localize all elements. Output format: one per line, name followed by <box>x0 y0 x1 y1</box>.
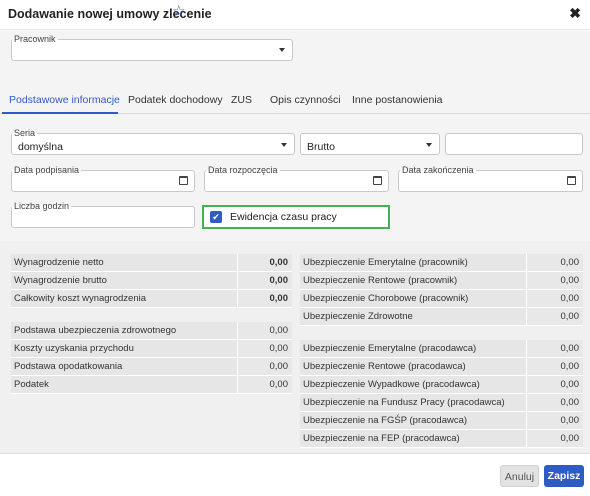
tab-opis-czynnosci[interactable]: Opis czynności <box>270 94 341 106</box>
brutto-value: Brutto <box>307 141 336 153</box>
tab-podatek-dochodowy[interactable]: Podatek dochodowy <box>128 94 223 106</box>
row-label: Podstawa ubezpieczenia zdrowotnego <box>11 322 237 339</box>
row-label: Ubezpieczenie Rentowe (pracodawca) <box>300 358 526 375</box>
row-label: Podstawa opodatkowania <box>11 358 237 375</box>
table-row: Całkowity koszt wynagrodzenia 0,00 <box>11 290 292 308</box>
chevron-down-icon <box>281 143 287 147</box>
summary-left-bottom: Podstawa ubezpieczenia zdrowotnego 0,00 Ko… <box>11 322 292 394</box>
summary-left-top: Wynagrodzenie netto 0,00 Wynagrodzenie bru… <box>11 254 292 308</box>
seria-label: Seria <box>12 128 38 138</box>
row-value: 0,00 <box>526 272 583 289</box>
row-label: Ubezpieczenie Emerytalne (pracownik) <box>300 254 526 271</box>
star-icon[interactable]: ☆ <box>172 4 185 19</box>
row-value: 0,00 <box>237 358 292 375</box>
row-value: 0,00 <box>526 430 583 447</box>
tab-inne-postanowienia[interactable]: Inne postanowienia <box>352 94 443 106</box>
row-value: 0,00 <box>526 340 583 357</box>
amount-input[interactable] <box>445 133 583 155</box>
summary-right-bottom: Ubezpieczenie Emerytalne (pracodawca) 0,0… <box>300 340 583 448</box>
table-row: Koszty uzyskania przychodu 0,00 <box>11 340 292 358</box>
table-row: Podstawa ubezpieczenia zdrowotnego 0,00 <box>11 322 292 340</box>
table-row: Ubezpieczenie na FGŚP (pracodawca) 0,00 <box>300 412 583 430</box>
active-tab-indicator <box>2 112 118 114</box>
row-label: Ubezpieczenie na Fundusz Pracy (pracodaw… <box>300 394 526 411</box>
row-label: Ubezpieczenie Emerytalne (pracodawca) <box>300 340 526 357</box>
row-label: Podatek <box>11 376 237 393</box>
row-value: 0,00 <box>526 254 583 271</box>
calendar-icon[interactable] <box>179 176 188 185</box>
table-row: Ubezpieczenie Wypadkowe (pracodawca) 0,00 <box>300 376 583 394</box>
table-row: Ubezpieczenie Chorobowe (pracownik) 0,00 <box>300 290 583 308</box>
row-label: Ubezpieczenie Wypadkowe (pracodawca) <box>300 376 526 393</box>
table-row: Ubezpieczenie Emerytalne (pracodawca) 0,0… <box>300 340 583 358</box>
tab-zus[interactable]: ZUS <box>231 94 252 106</box>
row-label: Ubezpieczenie na FEP (pracodawca) <box>300 430 526 447</box>
liczba-godzin-label: Liczba godzin <box>12 201 72 211</box>
calendar-icon[interactable] <box>567 176 576 185</box>
row-label: Wynagrodzenie brutto <box>11 272 237 289</box>
table-row: Ubezpieczenie Emerytalne (pracownik) 0,00 <box>300 254 583 272</box>
tab-bar: Podstawowe informacje Podatek dochodowy … <box>0 90 590 114</box>
brutto-select[interactable]: Brutto <box>300 133 440 155</box>
save-button[interactable]: Zapisz <box>544 465 584 487</box>
close-icon[interactable]: ✖ <box>569 6 581 20</box>
row-label: Koszty uzyskania przychodu <box>11 340 237 357</box>
checkmark-icon[interactable]: ✔ <box>210 211 222 223</box>
row-value: 0,00 <box>526 308 583 325</box>
row-label: Całkowity koszt wynagrodzenia <box>11 290 237 307</box>
cancel-button[interactable]: Anuluj <box>500 465 539 487</box>
table-row: Ubezpieczenie na FEP (pracodawca) 0,00 <box>300 430 583 448</box>
row-value: 0,00 <box>237 322 292 339</box>
data-zakonczenia-label: Data zakończenia <box>400 165 476 175</box>
row-value: 0,00 <box>237 290 292 307</box>
dialog-footer: Anuluj Zapisz <box>0 453 590 496</box>
table-row: Ubezpieczenie Rentowe (pracodawca) 0,00 <box>300 358 583 376</box>
seria-value: domyślna <box>18 141 63 153</box>
table-row: Ubezpieczenie na Fundusz Pracy (pracodaw… <box>300 394 583 412</box>
chevron-down-icon <box>426 143 432 147</box>
row-value: 0,00 <box>526 412 583 429</box>
row-label: Ubezpieczenie Rentowe (pracownik) <box>300 272 526 289</box>
seria-select[interactable]: domyślna <box>11 133 295 155</box>
row-value: 0,00 <box>237 254 292 271</box>
ewidencja-czasu-pracy-checkbox[interactable]: ✔ Ewidencja czasu pracy <box>202 205 390 229</box>
row-label: Wynagrodzenie netto <box>11 254 237 271</box>
dialog-header: Dodawanie nowej umowy zlecenie ☆ ✖ <box>0 0 590 30</box>
table-row: Ubezpieczenie Rentowe (pracownik) 0,00 <box>300 272 583 290</box>
pracownik-label: Pracownik <box>12 34 58 44</box>
summary-right-top: Ubezpieczenie Emerytalne (pracownik) 0,00… <box>300 254 583 326</box>
row-value: 0,00 <box>526 290 583 307</box>
chevron-down-icon <box>279 48 285 52</box>
table-row: Wynagrodzenie netto 0,00 <box>11 254 292 272</box>
tab-podstawowe-informacje[interactable]: Podstawowe informacje <box>9 94 120 106</box>
row-value: 0,00 <box>237 340 292 357</box>
row-value: 0,00 <box>237 376 292 393</box>
row-label: Ubezpieczenie Chorobowe (pracownik) <box>300 290 526 307</box>
table-row: Podatek 0,00 <box>11 376 292 394</box>
row-value: 0,00 <box>526 394 583 411</box>
row-value: 0,00 <box>526 358 583 375</box>
row-value: 0,00 <box>526 376 583 393</box>
data-rozpoczecia-label: Data rozpoczęcia <box>206 165 280 175</box>
data-podpisania-label: Data podpisania <box>12 165 82 175</box>
ewidencja-label: Ewidencja czasu pracy <box>230 211 337 223</box>
table-row: Wynagrodzenie brutto 0,00 <box>11 272 292 290</box>
table-row: Podstawa opodatkowania 0,00 <box>11 358 292 376</box>
row-label: Ubezpieczenie na FGŚP (pracodawca) <box>300 412 526 429</box>
table-row: Ubezpieczenie Zdrowotne 0,00 <box>300 308 583 326</box>
row-label: Ubezpieczenie Zdrowotne <box>300 308 526 325</box>
row-value: 0,00 <box>237 272 292 289</box>
calendar-icon[interactable] <box>373 176 382 185</box>
